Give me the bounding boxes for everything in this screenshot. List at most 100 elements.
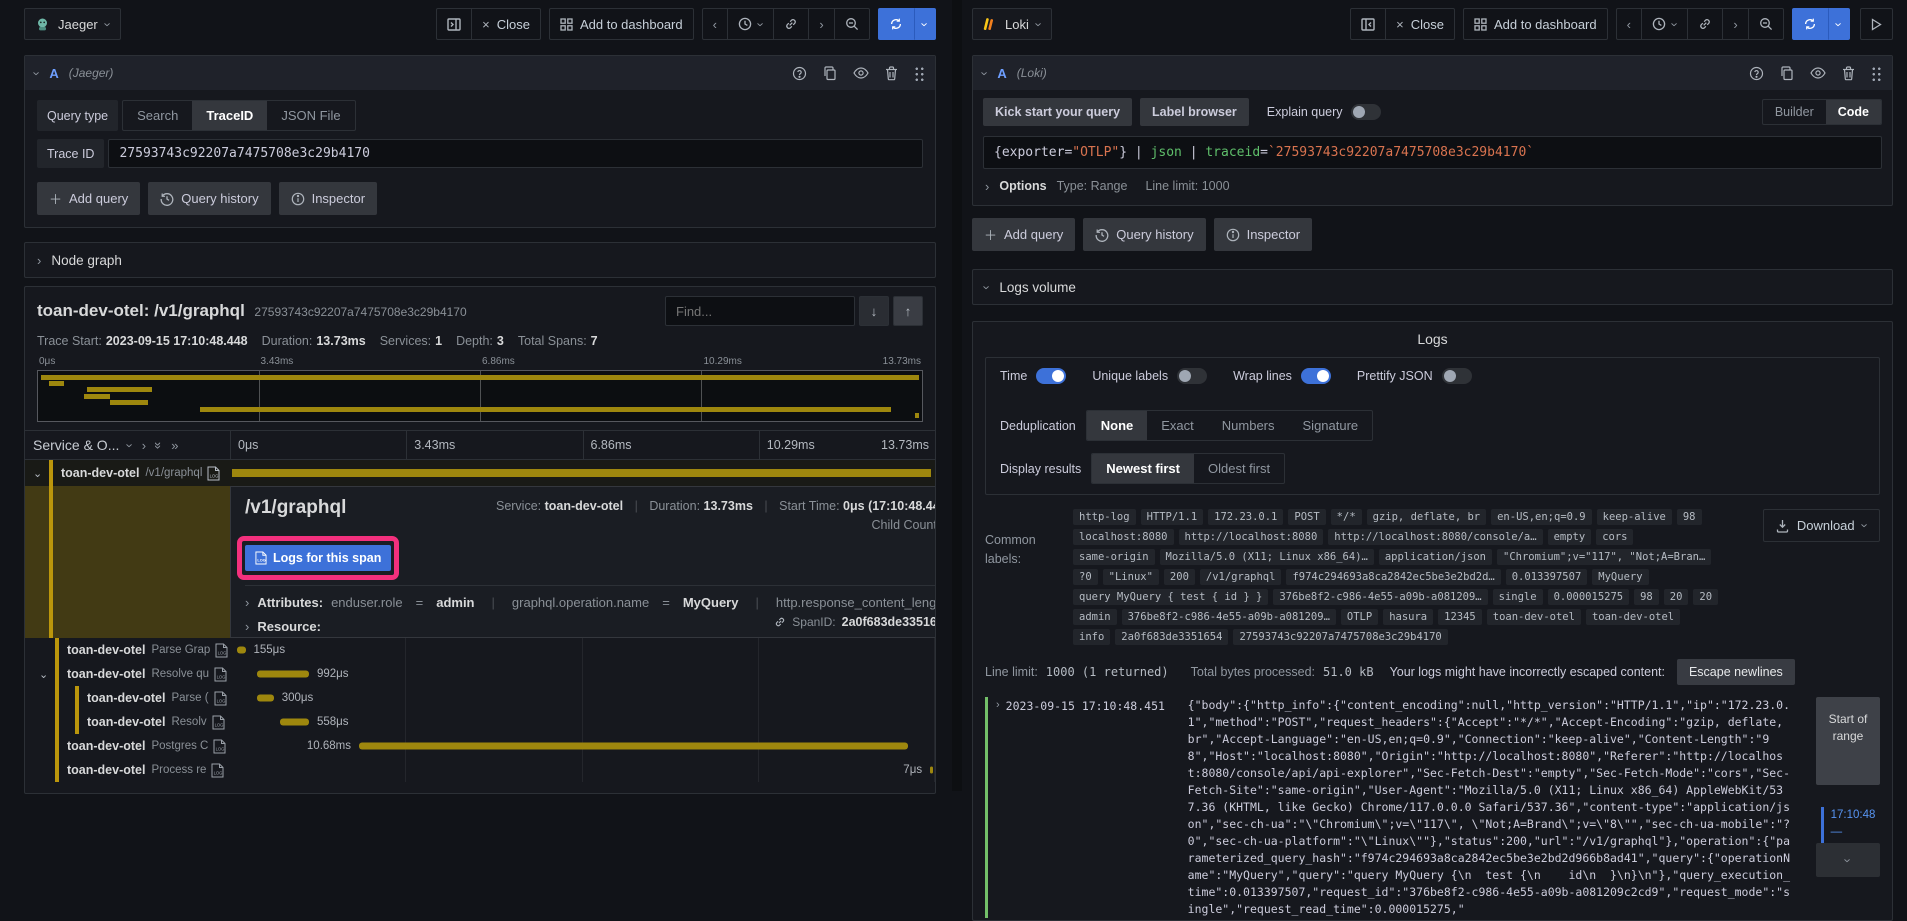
close-right-pane-button[interactable]: × Close [1386, 8, 1455, 40]
span-row-root[interactable]: ⌄ toan-dev-otel /v1/graphql LOG [25, 460, 935, 486]
query-type-search[interactable]: Search [123, 101, 192, 130]
common-label-chip[interactable]: toan-dev-otel [1585, 609, 1681, 625]
common-label-chip[interactable]: 200 [1163, 569, 1195, 585]
editor-mode-code[interactable]: Code [1825, 100, 1881, 124]
common-label-chip[interactable]: 0.000015275 [1547, 589, 1630, 605]
close-left-pane-button[interactable]: × Close [472, 8, 541, 40]
attributes-row[interactable]: › Attributes: enduser.role = admin | graphql.o… [245, 586, 935, 610]
drag-handle-icon[interactable] [914, 65, 925, 81]
query-history-button-left[interactable]: Query history [148, 182, 271, 215]
time-back-button-right[interactable]: ‹ [1615, 8, 1642, 40]
right-datasource-picker[interactable]: Loki › [972, 8, 1053, 40]
refresh-interval-dropdown-left[interactable]: › [913, 8, 936, 40]
display-newest-first[interactable]: Newest first [1092, 454, 1194, 483]
common-label-chip[interactable]: POST [1288, 509, 1326, 525]
split-close-right-button[interactable] [1350, 8, 1387, 40]
common-label-chip[interactable]: localhost:8080 [1073, 529, 1174, 545]
help-icon[interactable] [1749, 66, 1764, 81]
toggle-switch-unique-labels[interactable] [1177, 368, 1208, 384]
dedup-exact[interactable]: Exact [1147, 411, 1208, 440]
explain-query-toggle[interactable] [1350, 104, 1381, 120]
span-row[interactable]: toan-dev-otel Parse Grap LOG 155μs [25, 638, 935, 662]
add-to-dashboard-button-right[interactable]: Add to dashboard [1462, 8, 1608, 40]
span-row[interactable]: toan-dev-otel Process re LOG 7μs [25, 758, 935, 782]
collapse-one-icon[interactable]: › [142, 438, 146, 453]
time-picker-button-right[interactable]: › [1641, 8, 1689, 40]
span-bar[interactable] [930, 766, 934, 774]
chevron-down-icon[interactable]: › [123, 443, 138, 447]
zoom-out-button-right[interactable] [1748, 8, 1784, 40]
common-label-chip[interactable]: 0.013397507 [1505, 569, 1588, 585]
collapse-query-icon[interactable]: › [978, 71, 993, 75]
span-row[interactable]: toan-dev-otel Postgres C LOG 10.68ms [25, 734, 935, 758]
refresh-button-left[interactable] [877, 8, 914, 40]
common-label-chip[interactable]: http://localhost:8080 [1178, 529, 1324, 545]
common-label-chip[interactable]: hasura [1383, 609, 1434, 625]
common-label-chip[interactable]: HTTP/1.1 [1140, 509, 1204, 525]
span-timeline-cell[interactable] [230, 460, 935, 486]
common-label-chip[interactable]: 98 [1634, 589, 1659, 605]
span-timeline-cell[interactable]: 992μs [230, 662, 935, 686]
time-forward-button-right[interactable]: › [1723, 8, 1749, 40]
drag-handle-icon[interactable] [1871, 65, 1882, 81]
disable-query-eye-icon[interactable] [853, 67, 869, 79]
span-bar[interactable] [280, 718, 309, 726]
trace-id-input[interactable] [108, 139, 923, 168]
live-tail-button[interactable] [1860, 8, 1893, 40]
node-graph-panel[interactable]: › Node graph [24, 242, 936, 278]
copy-icon[interactable] [1780, 65, 1794, 81]
log-row[interactable]: › 2023-09-15 17:10:48.451 {"body":{"http… [985, 697, 1796, 918]
common-label-chip[interactable]: ?0 [1073, 569, 1098, 585]
span-timeline-cell[interactable]: 155μs [230, 638, 935, 662]
toggle-switch-time[interactable] [1036, 368, 1067, 384]
dedup-numbers[interactable]: Numbers [1208, 411, 1289, 440]
chevron-down-icon[interactable]: ⌄ [39, 668, 48, 681]
common-label-chip[interactable]: */* [1330, 509, 1362, 525]
common-label-chip[interactable]: http-log [1073, 509, 1136, 525]
logs-icon[interactable]: LOG [211, 763, 224, 778]
common-label-chip[interactable]: gzip, deflate, br [1366, 509, 1487, 525]
logs-for-this-span-button[interactable]: LOG Logs for this span [245, 545, 392, 571]
common-label-chip[interactable]: "Chromium";v="117", "Not;A=Bran… [1497, 549, 1712, 565]
share-link-button-right[interactable] [1688, 8, 1724, 40]
common-label-chip[interactable]: Mozilla/5.0 (X11; Linux x86_64)… [1159, 549, 1374, 565]
time-picker-button-left[interactable]: › [727, 8, 775, 40]
collapse-all-icon[interactable]: » [151, 441, 166, 448]
editor-mode-builder[interactable]: Builder [1763, 100, 1826, 124]
common-label-chip[interactable]: query MyQuery { test { id } } [1073, 589, 1269, 605]
common-label-chip[interactable]: 20 [1693, 589, 1719, 605]
span-bar[interactable] [232, 469, 932, 477]
common-label-chip[interactable]: 98 [1676, 509, 1702, 525]
span-timeline-cell[interactable]: 558μs [230, 710, 935, 734]
span-bar[interactable] [359, 742, 909, 750]
toggle-switch-wrap-lines[interactable] [1300, 368, 1331, 384]
kick-start-query-button[interactable]: Kick start your query [983, 98, 1133, 126]
common-label-chip[interactable]: 172.23.0.1 [1208, 509, 1284, 525]
common-label-chip[interactable]: 376be8f2-c986-4e55-a09b-a081209… [1273, 589, 1488, 605]
pane-resize-handle[interactable] [952, 0, 962, 791]
common-label-chip[interactable]: 27593743c92207a7475708e3c29b4170 [1233, 629, 1448, 645]
scroll-down-button[interactable]: › [1816, 843, 1880, 877]
common-label-chip[interactable]: same-origin [1073, 549, 1155, 565]
minimap-canvas[interactable] [37, 370, 923, 422]
query-history-button-right[interactable]: Query history [1083, 218, 1206, 251]
query-row-header-right[interactable]: › A (Loki) [973, 56, 1892, 90]
span-name-cell[interactable]: toan-dev-otel Postgres C LOG [25, 734, 230, 758]
expand-all-icon[interactable]: » [171, 438, 178, 453]
common-label-chip[interactable]: 20 [1663, 589, 1689, 605]
copy-icon[interactable] [823, 65, 837, 81]
span-timeline-cell[interactable]: 300μs [230, 686, 935, 710]
dedup-signature[interactable]: Signature [1289, 411, 1373, 440]
link-icon[interactable] [774, 616, 786, 628]
download-button[interactable]: Download › [1762, 509, 1880, 542]
collapse-query-icon[interactable]: › [30, 71, 45, 75]
query-type-traceid[interactable]: TraceID [192, 101, 268, 130]
left-datasource-picker[interactable]: Jaeger › [24, 8, 122, 40]
toggle-switch-prettify-json[interactable] [1441, 368, 1472, 384]
logs-icon[interactable]: LOG [212, 715, 225, 730]
span-name-cell[interactable]: toan-dev-otel Parse (LOG [25, 686, 230, 710]
display-oldest-first[interactable]: Oldest first [1194, 454, 1284, 483]
dedup-none[interactable]: None [1086, 411, 1148, 440]
delete-query-trash-icon[interactable] [1842, 65, 1855, 81]
label-browser-button[interactable]: Label browser [1140, 98, 1249, 126]
